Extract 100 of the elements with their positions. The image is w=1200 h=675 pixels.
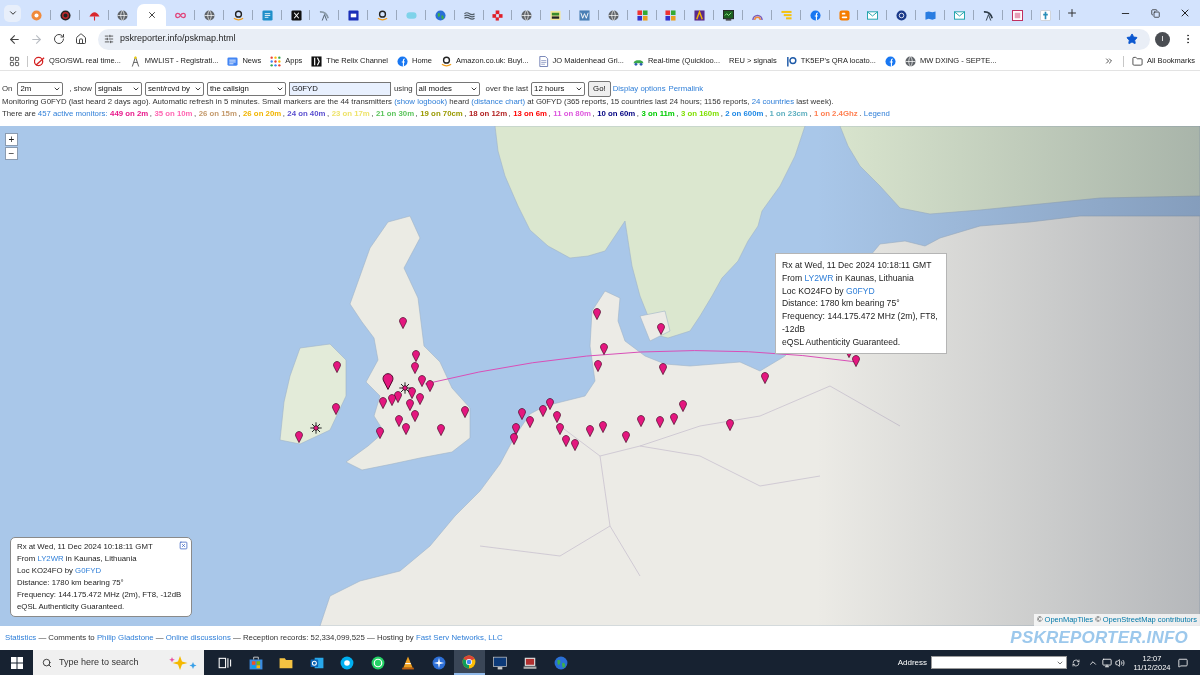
map-pin-icon[interactable] xyxy=(594,359,602,372)
map-pin-icon[interactable] xyxy=(376,426,384,439)
mail-icon xyxy=(953,9,965,21)
starburst-icon[interactable] xyxy=(399,382,411,394)
record-icon xyxy=(59,9,71,21)
logo-icon xyxy=(550,9,562,21)
map-pin-icon[interactable] xyxy=(593,307,601,320)
smile-logo-icon xyxy=(441,55,453,67)
refresh-icon[interactable] xyxy=(1072,658,1080,667)
map-pin-icon[interactable] xyxy=(411,361,419,374)
map-pin-icon[interactable] xyxy=(437,423,445,436)
map-pin-icon[interactable] xyxy=(382,372,394,390)
map-pin-icon[interactable] xyxy=(556,422,564,435)
text-link[interactable]: G0FYD xyxy=(846,285,875,296)
map-pin-icon[interactable] xyxy=(408,386,416,399)
map-pin-icon[interactable] xyxy=(586,424,594,437)
tile-icon xyxy=(1011,9,1023,21)
task-view-icon xyxy=(218,655,233,670)
close-tab-icon[interactable] xyxy=(146,10,157,20)
map-pin-icon[interactable] xyxy=(333,360,341,373)
map-pin-icon[interactable] xyxy=(600,342,608,355)
close-icon[interactable] xyxy=(1179,7,1191,19)
mail-icon xyxy=(867,9,879,21)
more-bookmarks-icon[interactable] xyxy=(1104,56,1115,66)
notification-icon[interactable] xyxy=(1178,657,1188,668)
map-pin-icon[interactable] xyxy=(656,415,664,428)
blocks-icon xyxy=(492,9,504,21)
address-field[interactable] xyxy=(931,656,1067,669)
apps-grid-icon[interactable] xyxy=(9,55,20,67)
map-pin-icon[interactable] xyxy=(518,407,526,420)
site-settings-icon[interactable] xyxy=(104,34,114,44)
volume-icon[interactable] xyxy=(1115,657,1125,668)
home-icon[interactable] xyxy=(75,33,87,45)
map-pin-icon[interactable] xyxy=(571,438,579,451)
reload-icon[interactable] xyxy=(53,33,65,45)
info-text: From LY2WR in Kaunas, Lithuania xyxy=(782,271,915,285)
map-pin-icon[interactable] xyxy=(562,434,570,447)
zoom-out-button[interactable]: − xyxy=(5,147,18,160)
map-pin-icon[interactable] xyxy=(411,409,419,422)
logo-icon xyxy=(694,9,706,21)
circle-logo-icon xyxy=(397,55,409,67)
text-link[interactable]: LY2WR xyxy=(804,272,834,283)
site-logo-text: PSKREPORTER.INFO xyxy=(1010,627,1188,650)
map-pin-icon[interactable] xyxy=(399,316,407,329)
map-pin-icon[interactable] xyxy=(379,396,387,409)
address-bar[interactable]: pskreporter.info/pskmap.html xyxy=(98,28,1150,50)
map-pin-icon[interactable] xyxy=(553,410,561,423)
tile-icon xyxy=(578,9,590,21)
map-pin-icon[interactable] xyxy=(761,371,769,384)
start-icon[interactable] xyxy=(10,656,23,669)
smile-logo-icon xyxy=(232,9,244,21)
map-pin-icon[interactable] xyxy=(388,393,396,406)
map-pin-icon[interactable] xyxy=(395,414,403,427)
search-icon xyxy=(42,657,52,668)
map-pin-icon[interactable] xyxy=(295,430,303,443)
map-pin-icon[interactable] xyxy=(461,405,469,418)
map-pin-icon[interactable] xyxy=(406,398,414,411)
chat-app-icon xyxy=(340,655,355,670)
zoom-in-button[interactable]: + xyxy=(5,133,18,146)
document-icon xyxy=(537,55,549,67)
restore-icon[interactable] xyxy=(1150,8,1160,18)
map-pin-icon[interactable] xyxy=(657,322,665,335)
map-pin-icon[interactable] xyxy=(512,422,520,435)
back-icon[interactable] xyxy=(7,32,21,46)
waves-icon xyxy=(463,9,475,21)
logo-icon xyxy=(665,9,677,21)
profile-avatar[interactable]: I xyxy=(1155,31,1170,47)
map-pin-icon[interactable] xyxy=(418,374,426,387)
map-pin-icon[interactable] xyxy=(416,392,424,405)
tile-icon xyxy=(261,9,273,21)
search-field[interactable]: Type here to search xyxy=(33,650,204,675)
new-tab-icon[interactable] xyxy=(1066,7,1079,19)
map-pin-icon[interactable] xyxy=(622,430,630,443)
map-pin-icon[interactable] xyxy=(426,379,434,392)
map-pin-icon[interactable] xyxy=(394,390,402,403)
earth-icon xyxy=(553,655,568,670)
map-pin-icon[interactable] xyxy=(599,420,607,433)
starburst-icon[interactable] xyxy=(310,422,322,434)
logo-icon xyxy=(636,9,648,21)
info-text: eQSL Authenticity Guaranteed. xyxy=(782,335,902,349)
cross-tile-icon xyxy=(290,9,302,21)
map-pin-icon[interactable] xyxy=(637,414,645,427)
tile-icon xyxy=(1040,9,1052,21)
map-pin-icon[interactable] xyxy=(679,399,687,412)
map-pin-icon[interactable] xyxy=(659,362,667,375)
network-icon[interactable] xyxy=(1102,657,1112,668)
map-pin-icon[interactable] xyxy=(510,432,518,445)
map-pin-icon[interactable] xyxy=(852,354,860,367)
bookmark-star-icon[interactable] xyxy=(1126,33,1138,45)
map-pin-icon[interactable] xyxy=(402,422,410,435)
bookmark-item[interactable] xyxy=(882,53,898,69)
map-pin-icon[interactable] xyxy=(526,415,534,428)
map-pin-icon[interactable] xyxy=(332,402,340,415)
map-pin-icon[interactable] xyxy=(412,349,420,362)
map-pin-icon[interactable] xyxy=(670,412,678,425)
map-pin-icon[interactable] xyxy=(726,418,734,431)
monitor-icon xyxy=(492,655,507,670)
folder-icon xyxy=(1132,55,1144,67)
map-pin-icon[interactable] xyxy=(546,397,554,410)
map-pin-icon[interactable] xyxy=(539,404,547,417)
